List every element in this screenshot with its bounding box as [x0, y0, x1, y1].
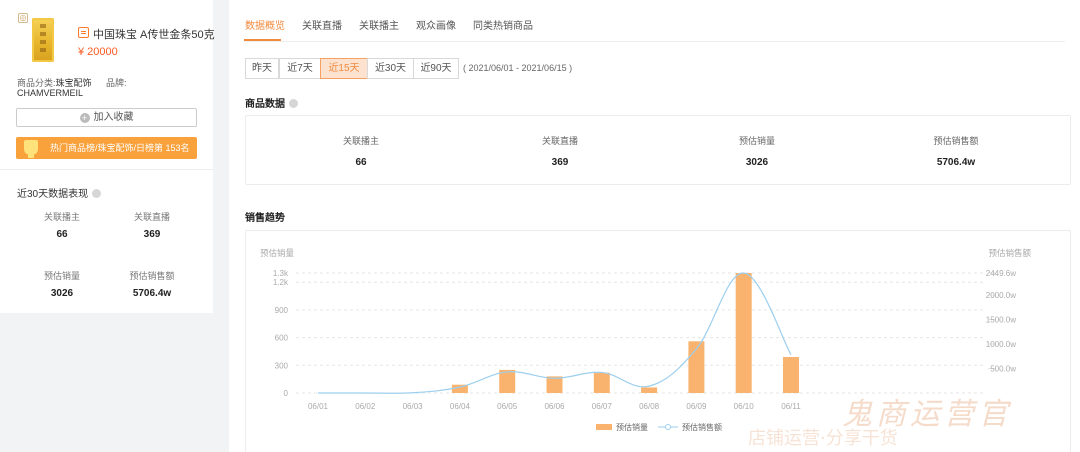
metric-label: 关联播主 — [342, 136, 379, 146]
metric-value: 5706.4w — [936, 157, 976, 168]
x-tick: 06/02 — [355, 402, 376, 411]
tab-related-live[interactable]: 关联直播 — [302, 17, 342, 32]
x-tick: 06/01 — [308, 402, 329, 411]
metric-value: 369 — [551, 157, 569, 168]
date-range-text: ( 2021/06/01 - 2021/06/15 ) — [463, 63, 573, 73]
y-left-axis-title: 预估销量 — [260, 248, 295, 258]
y-left-tick: 0 — [284, 389, 289, 398]
y-right-tick: 1500.0w — [986, 316, 1016, 325]
bar[interactable] — [735, 273, 752, 393]
help-icon[interactable] — [92, 189, 102, 198]
metric-value: 3026 — [745, 157, 769, 168]
date-15d-button[interactable]: 近15天 — [320, 58, 368, 79]
summary30-label: 预估销量 — [43, 271, 80, 281]
summary30-value: 3026 — [50, 288, 74, 299]
legend-bar-swatch — [596, 424, 612, 430]
store-icon — [78, 27, 89, 38]
chart-bars — [451, 273, 799, 393]
metric-label: 预估销售额 — [933, 136, 979, 146]
tab-related-streamer[interactable]: 关联播主 — [359, 17, 399, 32]
metric-label: 预估销量 — [738, 136, 775, 146]
y-right-axis-title: 预估销售额 — [988, 248, 1031, 258]
x-tick: 06/08 — [639, 402, 660, 411]
legend-label: 预估销量 — [616, 422, 648, 432]
x-tick: 06/06 — [544, 402, 565, 411]
legend-label: 预估销售额 — [682, 422, 722, 432]
summary30-value: 66 — [56, 229, 68, 240]
tab-audience[interactable]: 观众画像 — [416, 17, 456, 32]
summary30-label: 预估销售额 — [129, 271, 175, 281]
summary30-title: 近30天数据表现 — [17, 185, 102, 200]
bar[interactable] — [641, 387, 658, 393]
summary30-label: 关联播主 — [43, 212, 80, 222]
y-right-tick: 2000.0w — [986, 291, 1016, 300]
x-tick: 06/07 — [592, 402, 613, 411]
y-right-tick: 1000.0w — [986, 340, 1016, 349]
summary30-label: 关联直播 — [133, 212, 170, 222]
date-90d-button[interactable]: 近90天 — [413, 58, 459, 79]
tab-overview[interactable]: 数据概览 — [245, 17, 285, 32]
svg-text:鬼商运营官: 鬼商运营官 — [842, 397, 1012, 432]
legend-line-marker — [665, 424, 671, 430]
x-tick: 06/03 — [403, 402, 424, 411]
product-price: ¥ 20000 — [78, 46, 118, 58]
x-tick: 06/05 — [497, 402, 518, 411]
add-favorite-label: 加入收藏 — [93, 112, 134, 123]
y-left-tick: 300 — [275, 361, 289, 370]
tab-similar-products[interactable]: 同类热销商品 — [473, 17, 533, 32]
chart-lines — [317, 272, 792, 394]
summary30-value: 5706.4w — [132, 288, 172, 299]
bar[interactable] — [593, 372, 610, 393]
category-label: 商品分类: — [17, 78, 56, 88]
sales-trend-title: 销售趋势 — [245, 213, 285, 224]
date-30d-button[interactable]: 近30天 — [367, 58, 414, 79]
product-sidebar: ◎ 中国珠宝 A传世金条50克 ¥ 20000 商品分类:珠宝配饰 品牌: CH… — [0, 0, 215, 313]
shop-badge-icon: ◎ — [18, 13, 28, 23]
plus-circle-icon: + — [79, 113, 90, 123]
y-left-tick: 900 — [275, 306, 289, 315]
series-line — [317, 272, 792, 394]
product-data-title-text: 商品数据 — [245, 99, 285, 110]
y-right-tick: 500.0w — [990, 365, 1016, 374]
rank-text: 热门商品榜/珠宝配饰/日榜第 153名 — [50, 143, 190, 153]
trophy-icon — [24, 140, 38, 158]
hot-rank-banner[interactable]: 热门商品榜/珠宝配饰/日榜第 153名 — [16, 137, 197, 159]
x-tick: 06/04 — [450, 402, 471, 411]
chart-legend: 预估销量 预估销售额 — [596, 422, 722, 432]
y-left-tick: 1.3k — [273, 269, 289, 278]
brand-label: 品牌: — [106, 78, 127, 88]
category-value: 珠宝配饰 — [55, 78, 92, 88]
summary30-value: 369 — [143, 229, 161, 240]
detail-panel: 数据概览 关联直播 关联播主 观众画像 同类热销商品 昨天 近7天 近15天 近… — [229, 0, 1080, 452]
svg-text:店铺运营·分享干货: 店铺运营·分享干货 — [748, 428, 898, 448]
product-name[interactable]: 中国珠宝 A传世金条50克 — [93, 26, 215, 42]
product-data-title: 商品数据 — [245, 95, 298, 110]
help-icon[interactable] — [289, 99, 298, 108]
metric-value: 66 — [355, 157, 367, 168]
metric-label: 关联直播 — [541, 136, 578, 146]
y-left-tick: 1.2k — [273, 278, 289, 287]
brand-value: CHAMVERMEIL — [17, 88, 84, 98]
tab-bar: 数据概览 关联直播 关联播主 观众画像 同类热销商品 — [244, 0, 1065, 42]
y-right-tick: 2449.6w — [986, 269, 1016, 278]
watermark-logo: 鬼商运营官 店铺运营·分享干货 — [748, 397, 1012, 448]
product-thumbnail[interactable] — [32, 18, 54, 62]
chart-grid — [296, 272, 996, 394]
divider — [0, 169, 213, 170]
add-favorite-button[interactable]: + 加入收藏 — [16, 108, 197, 127]
summary30-title-text: 近30天数据表现 — [17, 189, 89, 200]
y-left-tick: 600 — [275, 334, 289, 343]
date-7d-button[interactable]: 近7天 — [279, 58, 321, 79]
product-category: 商品分类:珠宝配饰 品牌: CHAMVERMEIL — [17, 78, 127, 98]
tab-active-indicator — [244, 39, 281, 41]
product-data-card: 关联播主 66 关联直播 369 预估销量 3026 预估销售额 5706.4w — [245, 115, 1071, 185]
date-yesterday-button[interactable]: 昨天 — [245, 58, 279, 79]
x-tick: 06/09 — [686, 402, 707, 411]
